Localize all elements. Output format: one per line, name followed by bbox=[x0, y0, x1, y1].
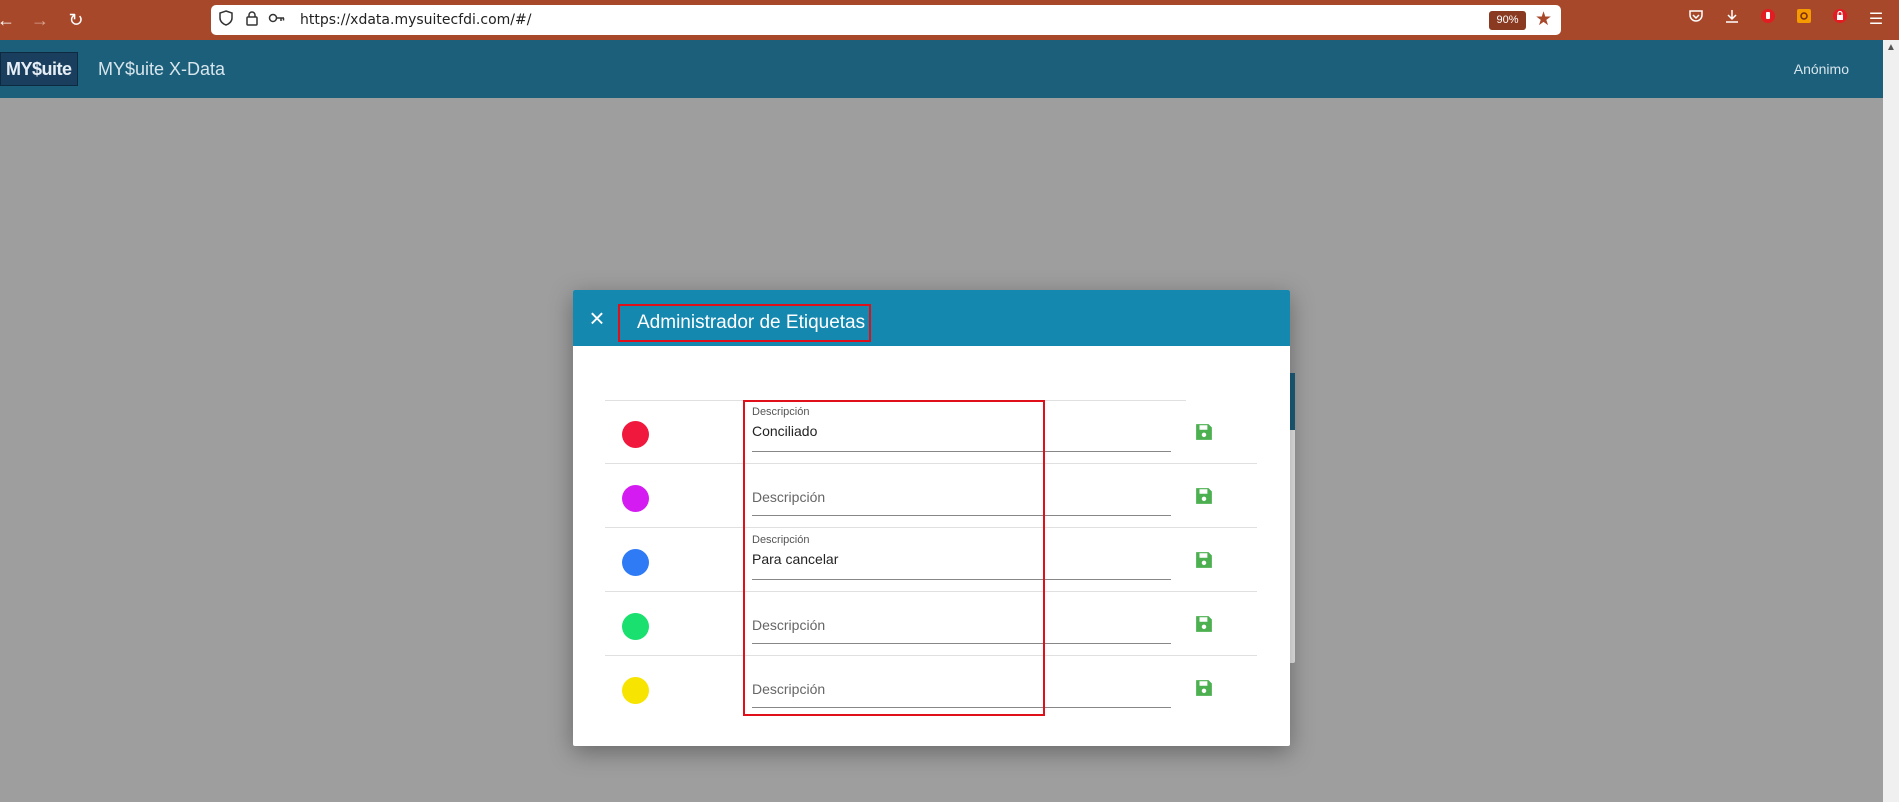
scroll-up-arrow-icon[interactable]: ▲ bbox=[1886, 42, 1896, 53]
user-name[interactable]: Anónimo bbox=[1794, 61, 1849, 77]
zoom-level-badge[interactable]: 90% bbox=[1489, 11, 1526, 30]
back-icon[interactable]: ← bbox=[0, 8, 18, 32]
browser-toolbar: ← → ↻ https://xdata.mysuitecfdi.com/#/ 9… bbox=[0, 0, 1899, 40]
tag-color-dot[interactable] bbox=[622, 549, 649, 576]
download-icon[interactable] bbox=[1720, 8, 1744, 32]
save-icon[interactable] bbox=[1195, 487, 1213, 505]
tag-color-dot[interactable] bbox=[622, 613, 649, 640]
address-bar[interactable]: https://xdata.mysuitecfdi.com/#/ 90% ★ bbox=[211, 5, 1561, 35]
app-header: MY$uite MY$uite X-Data Anónimo bbox=[0, 40, 1883, 98]
dialog-header: × Administrador de Etiquetas bbox=[573, 290, 1290, 346]
save-icon[interactable] bbox=[1195, 679, 1213, 697]
dialog-title: Administrador de Etiquetas bbox=[637, 312, 866, 333]
save-icon[interactable] bbox=[1195, 551, 1213, 569]
app-logo[interactable]: MY$uite bbox=[0, 52, 78, 86]
app-title: MY$uite X-Data bbox=[98, 59, 226, 79]
tag-manager-dialog: × Administrador de Etiquetas Descripción… bbox=[573, 290, 1290, 746]
extension-lock-icon[interactable] bbox=[1828, 8, 1852, 32]
reload-icon[interactable]: ↻ bbox=[64, 8, 88, 32]
url-text[interactable]: https://xdata.mysuitecfdi.com/#/ bbox=[300, 12, 531, 28]
fields-highlight-box bbox=[743, 400, 1045, 716]
save-icon[interactable] bbox=[1195, 615, 1213, 633]
page-scrollbar[interactable]: ▲ bbox=[1883, 40, 1899, 802]
forward-icon[interactable]: → bbox=[28, 8, 52, 32]
menu-icon[interactable]: ☰ bbox=[1864, 8, 1888, 32]
title-highlight-box: Administrador de Etiquetas bbox=[618, 304, 871, 342]
tag-color-dot[interactable] bbox=[622, 677, 649, 704]
shield-icon[interactable] bbox=[216, 10, 236, 30]
extension-gear-icon[interactable] bbox=[1792, 8, 1816, 32]
lock-icon[interactable] bbox=[242, 10, 262, 30]
save-icon[interactable] bbox=[1195, 423, 1213, 441]
background-panel-header bbox=[1290, 373, 1295, 430]
extension-stop-icon[interactable] bbox=[1756, 8, 1780, 32]
bookmark-star-icon[interactable]: ★ bbox=[1535, 8, 1552, 31]
key-icon[interactable] bbox=[267, 10, 287, 30]
close-icon[interactable]: × bbox=[583, 304, 611, 332]
tag-color-dot[interactable] bbox=[622, 421, 649, 448]
pocket-icon[interactable] bbox=[1684, 8, 1708, 32]
tag-color-dot[interactable] bbox=[622, 485, 649, 512]
